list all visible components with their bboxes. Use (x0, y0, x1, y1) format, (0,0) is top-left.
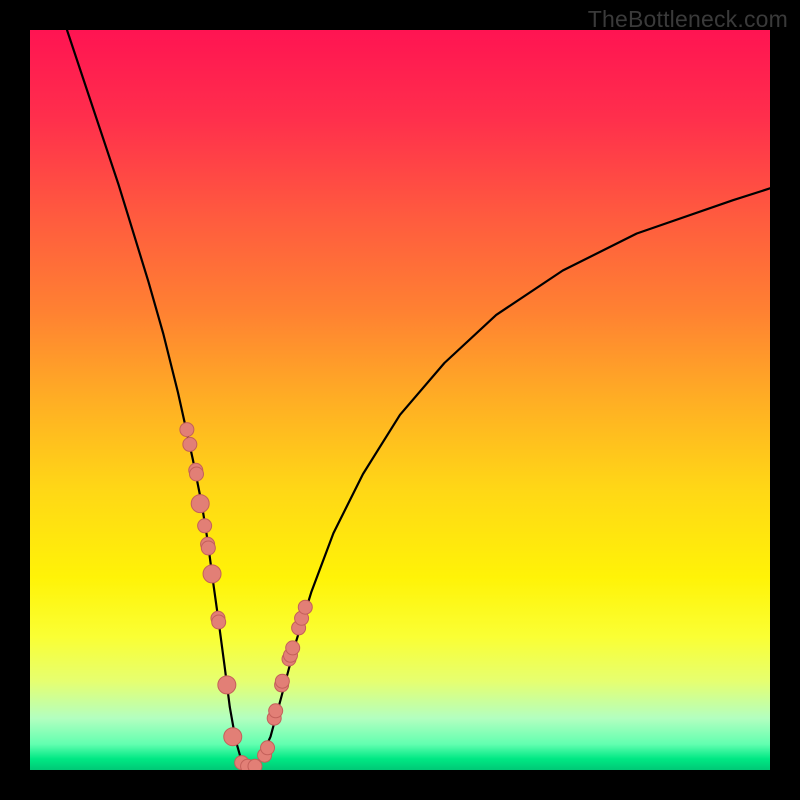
calibration-point (298, 600, 312, 614)
plot-area (30, 30, 770, 770)
calibration-point (261, 741, 275, 755)
chart-frame: TheBottleneck.com (0, 0, 800, 800)
calibration-points (30, 30, 770, 770)
calibration-point (286, 641, 300, 655)
watermark-label: TheBottleneck.com (588, 6, 788, 33)
calibration-point (190, 467, 204, 481)
calibration-point (275, 674, 289, 688)
calibration-point (224, 728, 242, 746)
calibration-point (201, 541, 215, 555)
calibration-point (191, 495, 209, 513)
calibration-point (218, 676, 236, 694)
calibration-point (180, 423, 194, 437)
calibration-point (212, 615, 226, 629)
calibration-point (198, 519, 212, 533)
calibration-point (203, 565, 221, 583)
calibration-point (269, 704, 283, 718)
calibration-point (183, 437, 197, 451)
